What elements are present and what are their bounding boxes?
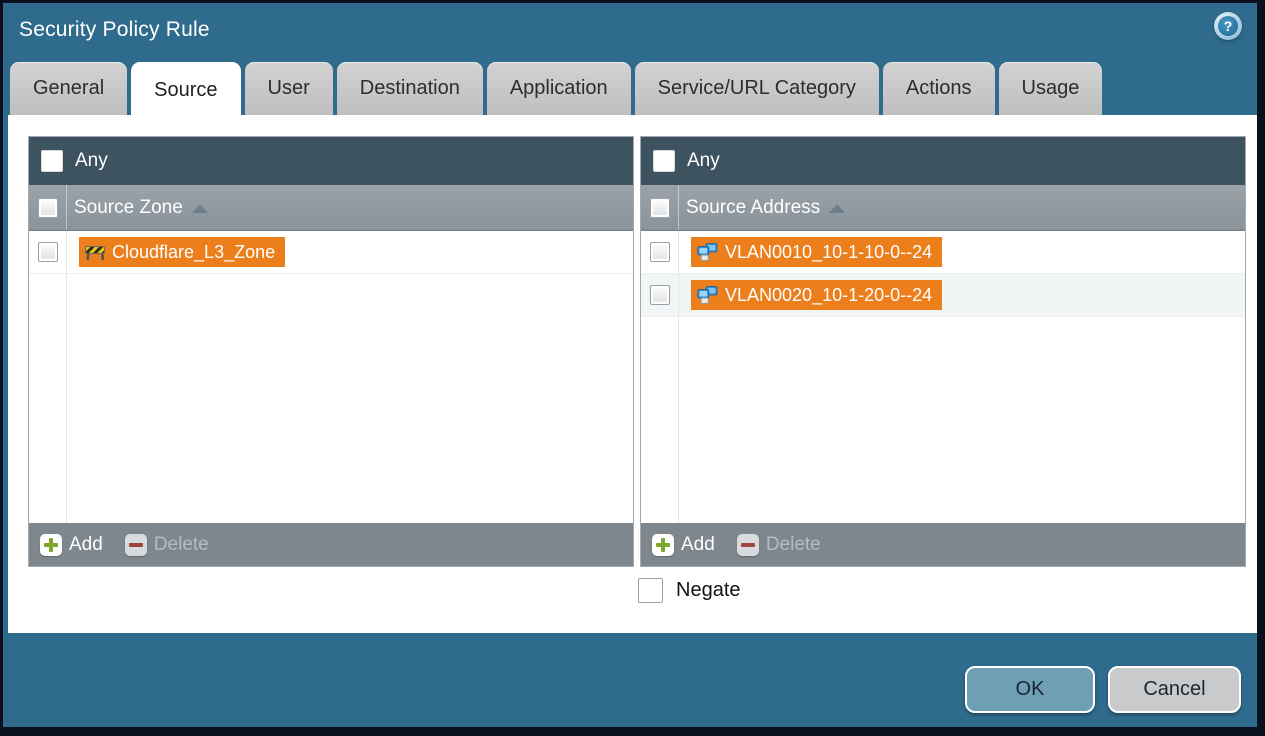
- source-zone-any-bar: Any: [29, 137, 633, 185]
- tab-strip: General Source User Destination Applicat…: [10, 62, 1103, 118]
- address-chip[interactable]: VLAN0020_10-1-20-0--24: [691, 280, 943, 310]
- negate-label: Negate: [676, 579, 741, 601]
- source-zone-column-header[interactable]: Source Zone: [29, 185, 633, 231]
- ok-button[interactable]: OK: [965, 666, 1095, 713]
- address-icon: [697, 286, 718, 304]
- table-row[interactable]: VLAN0020_10-1-20-0--24: [641, 274, 1245, 317]
- negate-checkbox[interactable]: [638, 578, 663, 603]
- source-zone-footer: Add Delete: [29, 523, 633, 566]
- source-zone-any-label: Any: [75, 150, 108, 171]
- source-address-any-checkbox[interactable]: [653, 150, 675, 172]
- source-tab-content: Any Source Zone Cloudflare_L3_Zone Add D…: [8, 115, 1257, 633]
- add-label: Add: [69, 533, 103, 555]
- help-icon[interactable]: ?: [1214, 12, 1242, 40]
- rows-divider: [678, 231, 679, 523]
- address-name: VLAN0010_10-1-10-0--24: [725, 241, 933, 262]
- tab-user[interactable]: User: [244, 62, 333, 115]
- source-address-rows: VLAN0010_10-1-10-0--24 VLAN0020_10-1-20-…: [641, 231, 1245, 523]
- source-zone-select-all-checkbox[interactable]: [37, 197, 58, 218]
- minus-icon: [124, 533, 147, 556]
- minus-icon: [736, 533, 759, 556]
- header-divider: [66, 185, 67, 230]
- add-zone-button[interactable]: Add: [40, 533, 103, 556]
- delete-address-button[interactable]: Delete: [736, 533, 821, 556]
- address-icon: [697, 243, 718, 261]
- source-address-any-bar: Any: [641, 137, 1245, 185]
- source-address-footer: Add Delete: [641, 523, 1245, 566]
- row-checkbox[interactable]: [649, 242, 670, 262]
- zone-chip[interactable]: Cloudflare_L3_Zone: [79, 237, 286, 267]
- source-address-panel: Any Source Address VLAN0010_10-1-10-0--2…: [640, 136, 1246, 567]
- help-question-mark: ?: [1218, 16, 1238, 36]
- plus-icon: [40, 533, 62, 556]
- tab-application[interactable]: Application: [486, 62, 631, 115]
- tab-destination[interactable]: Destination: [336, 62, 483, 115]
- tab-service-url-category[interactable]: Service/URL Category: [634, 62, 879, 115]
- source-zone-any-checkbox[interactable]: [41, 150, 63, 172]
- row-checkbox[interactable]: [649, 285, 670, 305]
- address-chip[interactable]: VLAN0010_10-1-10-0--24: [691, 237, 943, 267]
- source-zone-column-title: Source Zone: [74, 196, 183, 218]
- security-policy-rule-dialog: Security Policy Rule ? General Source Us…: [3, 3, 1257, 727]
- header-divider: [678, 185, 679, 230]
- sort-ascending-arrow-icon[interactable]: [829, 204, 846, 213]
- table-row[interactable]: VLAN0010_10-1-10-0--24: [641, 231, 1245, 274]
- source-address-column-title: Source Address: [686, 196, 821, 218]
- tab-actions[interactable]: Actions: [882, 62, 995, 115]
- source-zone-rows: Cloudflare_L3_Zone: [29, 231, 633, 523]
- rows-divider: [66, 231, 67, 523]
- zone-icon: [85, 244, 105, 260]
- delete-zone-button[interactable]: Delete: [124, 533, 209, 556]
- source-address-any-label: Any: [687, 150, 720, 171]
- table-row[interactable]: Cloudflare_L3_Zone: [29, 231, 633, 274]
- negate-control: Negate: [638, 578, 741, 603]
- sort-ascending-arrow-icon[interactable]: [191, 204, 208, 213]
- plus-icon: [652, 533, 674, 556]
- address-name: VLAN0020_10-1-20-0--24: [725, 284, 933, 305]
- add-address-button[interactable]: Add: [652, 533, 715, 556]
- delete-label: Delete: [765, 533, 821, 555]
- add-label: Add: [681, 533, 715, 555]
- tab-usage[interactable]: Usage: [998, 62, 1103, 115]
- cancel-button[interactable]: Cancel: [1108, 666, 1241, 713]
- source-zone-panel: Any Source Zone Cloudflare_L3_Zone Add D…: [28, 136, 634, 567]
- dialog-title-bar: Security Policy Rule ?: [3, 3, 1257, 63]
- dialog-title: Security Policy Rule: [19, 18, 210, 41]
- tab-source[interactable]: Source: [131, 62, 241, 118]
- source-address-column-header[interactable]: Source Address: [641, 185, 1245, 231]
- tab-general[interactable]: General: [10, 62, 128, 115]
- row-checkbox[interactable]: [37, 242, 58, 262]
- source-address-select-all-checkbox[interactable]: [649, 197, 670, 218]
- zone-name: Cloudflare_L3_Zone: [112, 241, 276, 262]
- delete-label: Delete: [153, 533, 209, 555]
